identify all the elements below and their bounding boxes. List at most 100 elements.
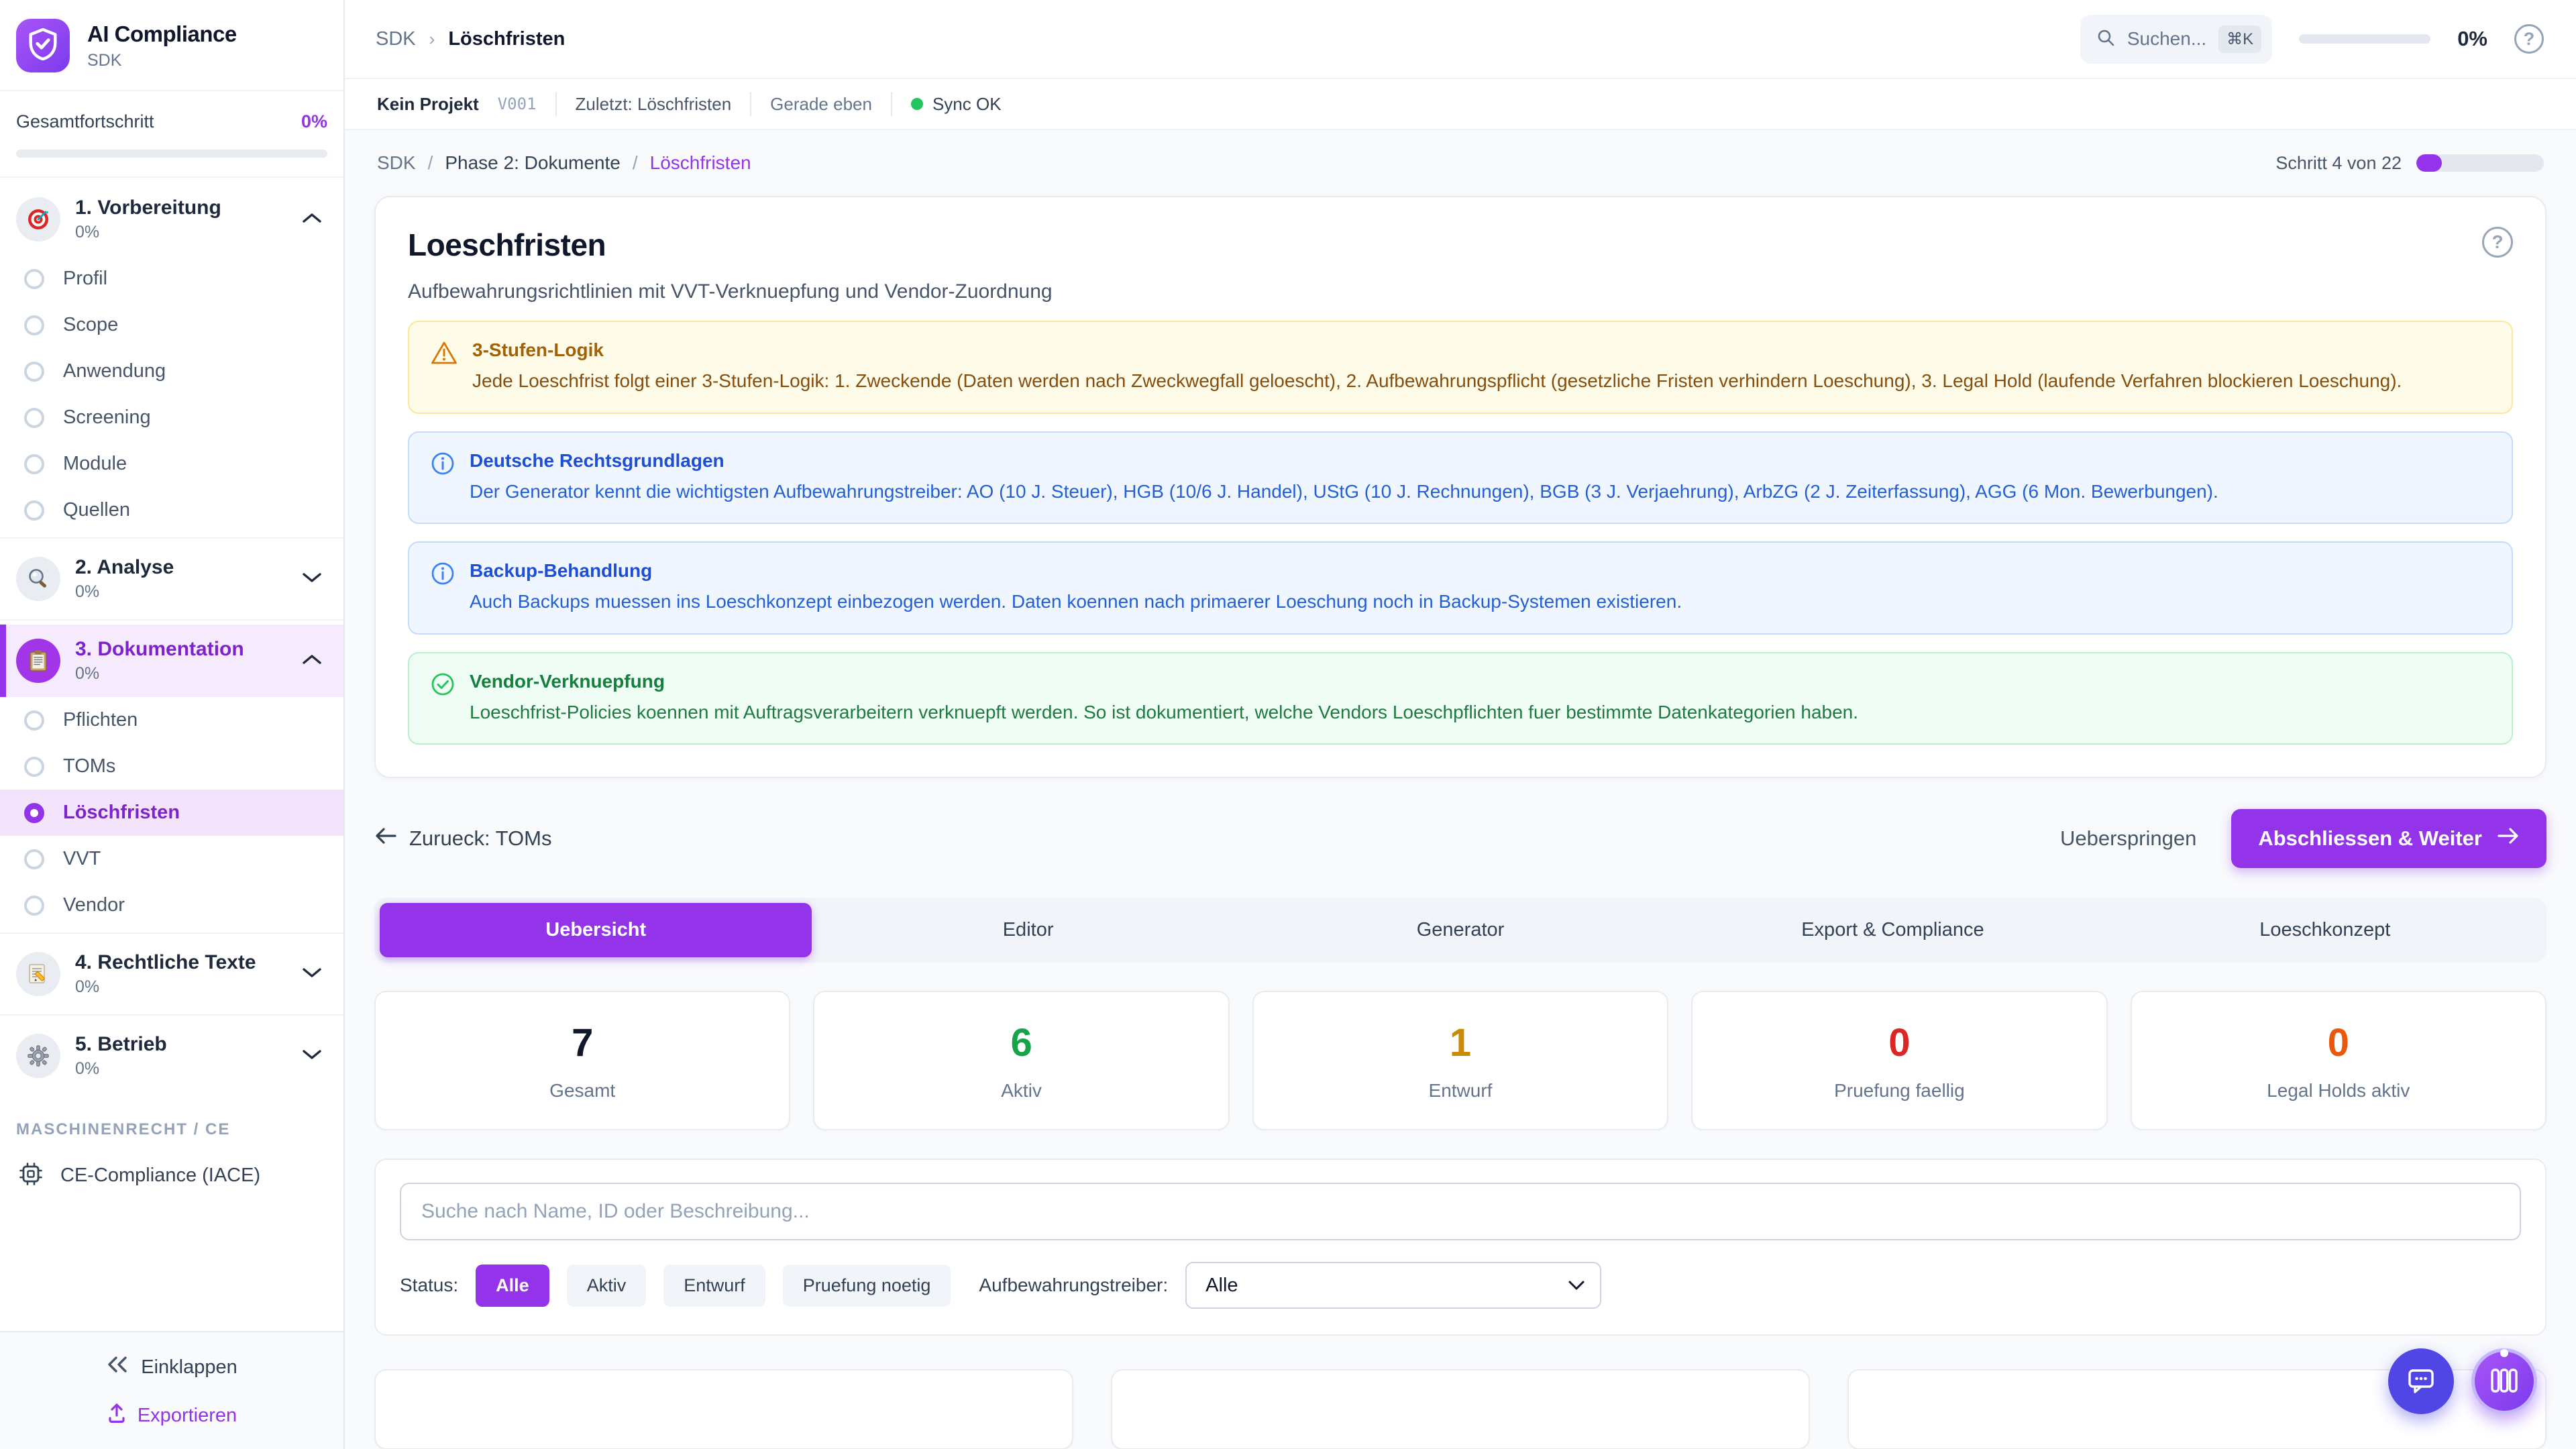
- sidebar-item-ce-compliance[interactable]: CE-Compliance (IACE): [0, 1148, 343, 1208]
- kanban-fab-button[interactable]: [2471, 1348, 2537, 1414]
- page-bc-phase[interactable]: Phase 2: Dokumente: [445, 152, 621, 174]
- section-header-betrieb[interactable]: 5. Betrieb 0%: [0, 1020, 343, 1092]
- floating-buttons: [2388, 1348, 2537, 1414]
- arrow-left-icon: [374, 826, 397, 851]
- sidebar-item-screening[interactable]: Screening: [0, 394, 343, 441]
- tab-editor[interactable]: Editor: [812, 903, 1244, 957]
- card-help-icon[interactable]: ?: [2482, 227, 2513, 258]
- tab-loeschkonzept[interactable]: Loeschkonzept: [2109, 903, 2541, 957]
- policy-search-input[interactable]: [400, 1183, 2521, 1240]
- chat-fab-button[interactable]: [2388, 1348, 2454, 1414]
- stat-aktiv: 6 Aktiv: [813, 991, 1229, 1130]
- section-title: 5. Betrieb: [75, 1033, 287, 1056]
- page-title: Loeschfristen: [408, 227, 1053, 263]
- info-circle-icon: [431, 451, 455, 479]
- target-icon: [16, 197, 60, 241]
- stat-gesamt: 7 Gesamt: [374, 991, 790, 1130]
- sidebar-item-label: Scope: [63, 314, 118, 336]
- step-circle-icon: [24, 849, 44, 869]
- check-circle-icon: [431, 672, 455, 700]
- complete-next-button[interactable]: Abschliessen & Weiter: [2231, 809, 2546, 868]
- page-subtitle: Aufbewahrungsrichtlinien mit VVT-Verknue…: [408, 280, 1053, 303]
- status-filter-label: Status:: [400, 1275, 458, 1296]
- policy-card[interactable]: [374, 1369, 1073, 1449]
- sidebar-item-scope[interactable]: Scope: [0, 302, 343, 348]
- policy-card[interactable]: [1111, 1369, 1810, 1449]
- driver-select[interactable]: Alle: [1185, 1262, 1601, 1309]
- overall-progress-bar: [16, 150, 327, 158]
- help-icon[interactable]: ?: [2514, 24, 2544, 54]
- chevron-up-icon: [302, 653, 322, 669]
- memo-icon: [16, 952, 60, 996]
- tab-generator[interactable]: Generator: [1244, 903, 1676, 957]
- sidebar-item-quellen[interactable]: Quellen: [0, 487, 343, 533]
- page-bc-root[interactable]: SDK: [377, 152, 416, 174]
- back-button[interactable]: Zurueck: TOMs: [374, 826, 551, 851]
- stat-label: Aktiv: [1001, 1080, 1042, 1102]
- step-circle-icon: [24, 500, 44, 521]
- sidebar-item-module[interactable]: Module: [0, 441, 343, 487]
- section-title: 4. Rechtliche Texte: [75, 951, 287, 974]
- page-content: SDK / Phase 2: Dokumente / Löschfristen …: [345, 130, 2576, 1449]
- stat-label: Pruefung faellig: [1834, 1080, 1965, 1102]
- sync-status: Sync OK: [911, 94, 1002, 115]
- shield-check-icon: [28, 28, 58, 64]
- sidebar-item-loeschfristen[interactable]: Löschfristen: [0, 790, 343, 836]
- stat-value: 7: [572, 1020, 593, 1065]
- step-circle-icon: [24, 454, 44, 474]
- stat-label: Gesamt: [549, 1080, 615, 1102]
- back-label: Zurueck: TOMs: [409, 826, 551, 851]
- section-title: 2. Analyse: [75, 556, 287, 579]
- tab-uebersicht[interactable]: Uebersicht: [380, 903, 812, 957]
- infobox-vendor-verknuepfung: Vendor-Verknuepfung Loeschfrist-Policies…: [408, 652, 2513, 745]
- version-badge: V001: [498, 95, 537, 113]
- stat-legal-holds: 0 Legal Holds aktiv: [2131, 991, 2546, 1130]
- divider: [555, 92, 557, 116]
- sidebar-item-vvt[interactable]: VVT: [0, 836, 343, 882]
- section-header-vorbereitung[interactable]: 1. Vorbereitung 0%: [0, 183, 343, 256]
- section-header-rechtliche-texte[interactable]: 4. Rechtliche Texte 0%: [0, 938, 343, 1010]
- sidebar-item-label: Module: [63, 453, 127, 475]
- sidebar-item-toms[interactable]: TOMs: [0, 743, 343, 790]
- last-saved-time: Gerade eben: [770, 94, 872, 115]
- driver-filter-label: Aufbewahrungstreiber:: [979, 1275, 1168, 1296]
- status-pill-aktiv[interactable]: Aktiv: [567, 1265, 647, 1307]
- section-dokumentation: 3. Dokumentation 0% Pflichten TOMs Lösch…: [0, 625, 343, 934]
- step-circle-icon: [24, 269, 44, 289]
- sync-label: Sync OK: [932, 94, 1002, 115]
- section-header-analyse[interactable]: 2. Analyse 0%: [0, 543, 343, 615]
- page-breadcrumb-row: SDK / Phase 2: Dokumente / Löschfristen …: [374, 130, 2546, 196]
- export-button[interactable]: Exportieren: [107, 1402, 237, 1429]
- page-bc-current: Löschfristen: [650, 152, 751, 174]
- sidebar-item-pflichten[interactable]: Pflichten: [0, 697, 343, 743]
- status-pill-pruefung-noetig[interactable]: Pruefung noetig: [783, 1265, 951, 1307]
- chevron-down-icon: [302, 967, 322, 982]
- stat-entwurf: 1 Entwurf: [1252, 991, 1668, 1130]
- loeschfristen-card: Loeschfristen Aufbewahrungsrichtlinien m…: [374, 196, 2546, 778]
- infobox-title: Backup-Behandlung: [470, 560, 1682, 582]
- infobox-stufen-logik: 3-Stufen-Logik Jede Loeschfrist folgt ei…: [408, 321, 2513, 414]
- skip-button[interactable]: Ueberspringen: [2060, 826, 2196, 851]
- app-subtitle: SDK: [87, 51, 237, 70]
- global-search-button[interactable]: Suchen... ⌘K: [2080, 15, 2272, 64]
- search-placeholder-text: Suchen...: [2127, 28, 2206, 50]
- breadcrumb-root[interactable]: SDK: [376, 28, 416, 50]
- status-pill-alle[interactable]: Alle: [476, 1265, 549, 1307]
- gear-icon: [16, 1034, 60, 1078]
- topbar-progress-bar: [2299, 34, 2430, 44]
- section-header-dokumentation[interactable]: 3. Dokumentation 0%: [0, 625, 343, 697]
- chevron-down-icon: [302, 572, 322, 587]
- step-circle-icon: [24, 408, 44, 428]
- collapse-sidebar-button[interactable]: Einklappen: [106, 1355, 237, 1379]
- step-circle-icon: [24, 362, 44, 382]
- sidebar-item-anwendung[interactable]: Anwendung: [0, 348, 343, 394]
- tab-export-compliance[interactable]: Export & Compliance: [1676, 903, 2108, 957]
- stat-value: 1: [1450, 1020, 1471, 1065]
- infobox-body: Jede Loeschfrist folgt einer 3-Stufen-Lo…: [472, 368, 2402, 395]
- section-pct: 0%: [75, 1059, 287, 1079]
- status-pill-entwurf[interactable]: Entwurf: [663, 1265, 765, 1307]
- policy-cards-row: [374, 1369, 2546, 1449]
- sidebar-item-vendor[interactable]: Vendor: [0, 882, 343, 928]
- sidebar-item-label: Quellen: [63, 499, 130, 521]
- sidebar-item-profil[interactable]: Profil: [0, 256, 343, 302]
